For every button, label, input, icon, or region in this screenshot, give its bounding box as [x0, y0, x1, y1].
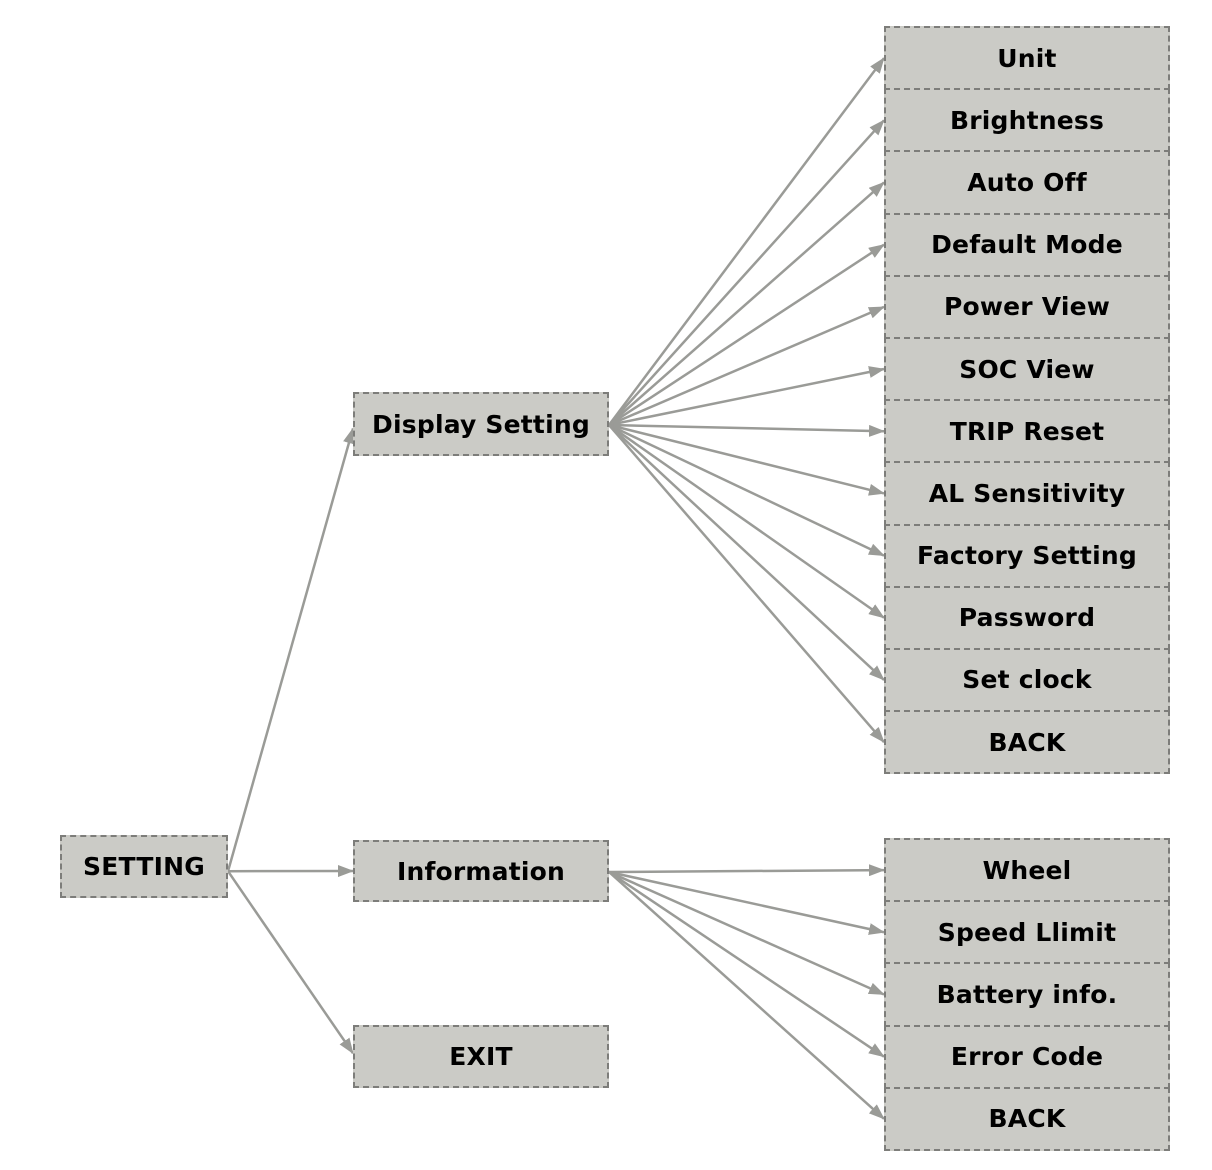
display-arrow-6 [608, 423, 885, 437]
exit-node[interactable]: EXIT [353, 1025, 609, 1088]
display-setting-submenu: Unit Brightness Auto Off Default Mode Po… [884, 26, 1170, 775]
menu-item-wheel[interactable]: Wheel [884, 838, 1170, 903]
information-arrow-0 [608, 864, 885, 877]
arrow-setting-to-display [226, 427, 355, 872]
display-arrow-11 [608, 424, 885, 743]
display-arrow-7 [608, 423, 885, 496]
display-arrow-0 [607, 57, 886, 426]
display-arrow-10 [608, 424, 885, 681]
information-arrow-4 [608, 871, 885, 1120]
menu-item-auto-off[interactable]: Auto Off [884, 150, 1170, 215]
information-arrow-1 [608, 870, 885, 935]
display-arrow-2 [608, 181, 885, 426]
menu-item-speed-limit[interactable]: Speed Llimit [884, 900, 1170, 965]
information-arrow-3 [608, 870, 885, 1058]
information-arrow-2 [608, 870, 885, 996]
arrow-setting-to-exit [226, 870, 355, 1055]
information-submenu: Wheel Speed Llimit Battery info. Error C… [884, 838, 1170, 1151]
display-arrow-8 [608, 423, 885, 557]
menu-item-default-mode[interactable]: Default Mode [884, 212, 1170, 277]
display-arrow-9 [608, 423, 885, 619]
display-setting-node[interactable]: Display Setting [353, 392, 609, 456]
information-node[interactable]: Information [353, 840, 609, 902]
menu-item-set-clock[interactable]: Set clock [884, 647, 1170, 713]
menu-item-display-back[interactable]: BACK [884, 710, 1170, 775]
menu-item-brightness[interactable]: Brightness [884, 88, 1170, 153]
menu-item-soc-view[interactable]: SOC View [884, 336, 1170, 402]
menu-item-unit[interactable]: Unit [884, 26, 1170, 91]
menu-item-trip-reset[interactable]: TRIP Reset [884, 399, 1170, 464]
display-arrow-4 [608, 305, 885, 427]
menu-item-al-sensitivity[interactable]: AL Sensitivity [884, 461, 1170, 526]
menu-item-power-view[interactable]: Power View [884, 274, 1170, 339]
menu-item-battery-info[interactable]: Battery info. [884, 962, 1170, 1027]
menu-item-error-code[interactable]: Error Code [884, 1024, 1170, 1089]
menu-item-information-back[interactable]: BACK [884, 1086, 1170, 1151]
menu-item-factory-setting[interactable]: Factory Setting [884, 523, 1170, 588]
setting-root-node[interactable]: SETTING [60, 835, 228, 898]
menu-item-password[interactable]: Password [884, 585, 1170, 650]
